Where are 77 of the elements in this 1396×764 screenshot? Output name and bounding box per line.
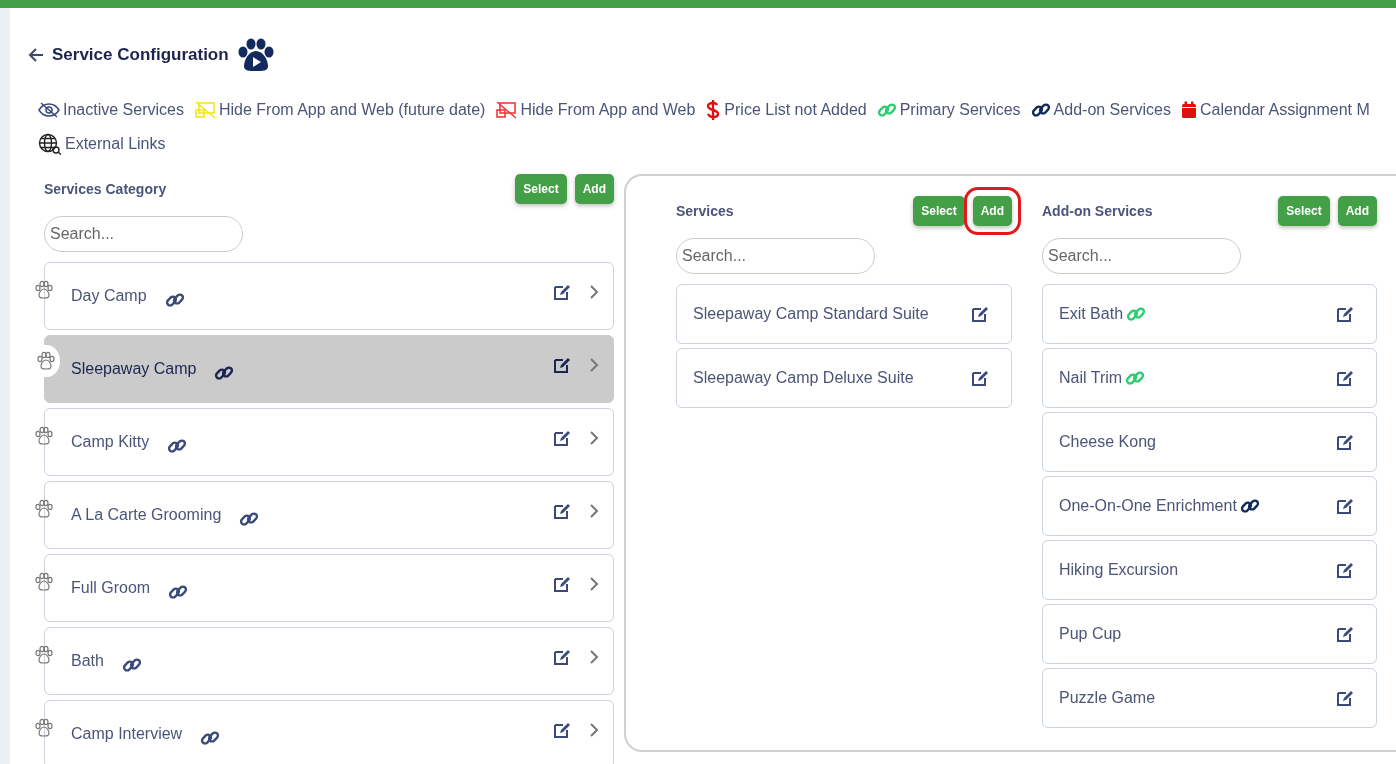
paw-icon[interactable] (34, 645, 54, 665)
category-item[interactable]: Full Groom (44, 554, 614, 622)
chevron-right-icon[interactable] (589, 285, 599, 299)
edit-icon[interactable] (553, 429, 571, 447)
edit-icon[interactable] (553, 721, 571, 739)
edit-icon[interactable] (1336, 497, 1354, 515)
category-item[interactable]: Camp Kitty (44, 408, 614, 476)
chevron-right-icon[interactable] (589, 650, 599, 664)
edit-icon[interactable] (553, 648, 571, 666)
search-field[interactable]: Search... (676, 238, 875, 274)
page-title: Service Configuration (52, 44, 229, 67)
legend-label: Hide From App and Web (520, 100, 696, 120)
legend-label: Hide From App and Web (future date) (218, 100, 486, 120)
edit-icon[interactable] (1336, 689, 1354, 707)
section-title: Add-on Services (1042, 201, 1153, 221)
link-icon (239, 509, 260, 529)
service-name[interactable]: Cheese Kong (1059, 430, 1156, 454)
link-icon (1030, 100, 1051, 120)
legend-label: Inactive Services (63, 100, 184, 120)
link-icon (167, 436, 188, 456)
category-item[interactable]: Camp Interview (44, 700, 614, 764)
back-arrow-icon[interactable] (28, 48, 44, 62)
chevron-right-icon[interactable] (589, 577, 599, 591)
globe-icon (38, 133, 62, 155)
edit-icon[interactable] (553, 356, 571, 374)
legend-label: Add-on Services (1053, 100, 1171, 120)
legend-label: Price List not Added (724, 100, 867, 120)
edit-icon[interactable] (553, 502, 571, 520)
service-name[interactable]: Puzzle Game (1059, 686, 1156, 710)
paw-play-icon[interactable] (236, 38, 275, 72)
edit-icon[interactable] (1336, 625, 1354, 643)
edit-icon[interactable] (1336, 433, 1354, 451)
link-icon (164, 290, 185, 310)
service-name[interactable]: Nail Trim (1059, 366, 1123, 390)
calendar-icon (1180, 101, 1197, 119)
link-icon (214, 363, 235, 383)
edit-icon[interactable] (971, 369, 989, 387)
service-name[interactable]: Hiking Excursion (1059, 558, 1179, 582)
link-icon (1239, 496, 1260, 516)
category-item[interactable]: Bath (44, 627, 614, 695)
edit-icon[interactable] (553, 575, 571, 593)
chevron-right-icon[interactable] (589, 723, 599, 737)
paw-icon[interactable] (34, 280, 54, 300)
edit-icon[interactable] (1336, 561, 1354, 579)
link-icon (876, 100, 897, 120)
category-item[interactable]: Sleepaway Camp (44, 335, 614, 403)
section-title: Services (676, 201, 734, 221)
link-icon (121, 655, 142, 675)
chevron-right-icon[interactable] (589, 504, 599, 518)
chevron-right-icon[interactable] (589, 431, 599, 445)
link-icon (1125, 368, 1146, 388)
category-item[interactable]: Day Camp (44, 262, 614, 330)
legend-label: External Links (65, 134, 166, 154)
section-title: Services Category (44, 179, 167, 199)
edit-icon[interactable] (1336, 305, 1354, 323)
edit-icon[interactable] (1336, 369, 1354, 387)
edit-icon[interactable] (553, 283, 571, 301)
service-name[interactable]: Pup Cup (1059, 622, 1122, 646)
chevron-right-icon[interactable] (589, 358, 599, 372)
dollar-icon (705, 99, 722, 121)
link-icon (168, 582, 189, 602)
devices-slash-icon (495, 101, 518, 119)
devices-slash-icon (193, 101, 216, 119)
eye-slash-icon (38, 102, 60, 118)
paw-icon[interactable] (34, 426, 54, 446)
paw-icon[interactable] (34, 499, 54, 519)
paw-icon[interactable] (34, 572, 54, 592)
search-field[interactable]: Search... (1042, 238, 1241, 274)
search-field[interactable]: Search... (44, 216, 243, 252)
paw-icon[interactable] (34, 718, 54, 738)
legend-label: Primary Services (899, 100, 1021, 120)
legend-label: Calendar Assignment M (1199, 100, 1370, 120)
link-icon (200, 728, 221, 748)
link-icon (1126, 304, 1147, 324)
edit-icon[interactable] (971, 305, 989, 323)
category-item[interactable]: A La Carte Grooming (44, 481, 614, 549)
service-name[interactable]: Exit Bath (1059, 302, 1124, 326)
